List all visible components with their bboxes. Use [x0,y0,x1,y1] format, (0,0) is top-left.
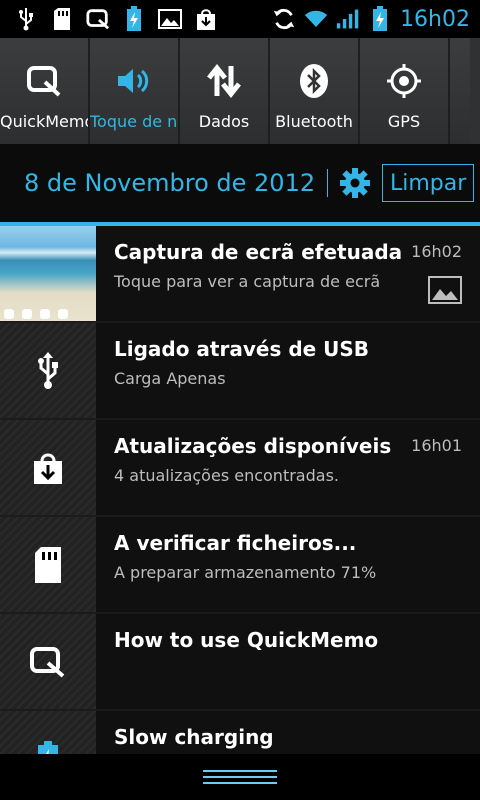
volume-icon [116,56,152,106]
sd-card-icon [50,7,74,31]
usb-icon [14,7,38,31]
notification-title: Slow charging [114,725,274,749]
quickmemo-icon [26,56,62,106]
battery-charging-icon [0,711,96,754]
notification-time: 16h02 [411,242,462,261]
quick-setting-data[interactable]: Dados [180,38,270,144]
notification-subtitle: Carga Apenas [114,369,226,388]
quickmemo-icon [86,7,110,31]
quick-setting-label: QuickMemo [0,112,88,131]
quick-setting-label: Toque de notificação [90,112,178,131]
notification-usb[interactable]: Ligado através de USB Carga Apenas [0,323,480,420]
notification-time: 16h01 [411,436,462,455]
panel-footer [0,754,480,800]
notification-list: Captura de ecrã efetuada Toque para ver … [0,226,480,754]
quickmemo-icon [0,614,96,709]
notification-subtitle: A preparar armazenamento 71% [114,563,377,582]
sync-icon [272,7,296,31]
notification-title: A verificar ficheiros... [114,531,357,555]
download-icon [0,420,96,515]
notification-title: Captura de ecrã efetuada [114,240,403,264]
quick-setting-overflow[interactable] [450,38,470,144]
notification-checking-files[interactable]: A verificar ficheiros... A preparar arma… [0,517,480,614]
divider [327,169,329,197]
gps-icon [386,56,422,106]
status-time: 16h02 [400,6,470,32]
signal-icon [336,7,360,31]
gear-icon[interactable] [340,168,371,198]
quick-setting-label: Bluetooth [275,112,353,131]
notification-title: Atualizações disponíveis [114,434,392,458]
notification-header: 8 de Novembro de 2012 Limpar [0,144,480,222]
quick-setting-gps[interactable]: GPS [360,38,450,144]
notification-updates[interactable]: Atualizações disponíveis 4 atualizações … [0,420,480,517]
drag-handle-icon[interactable] [203,770,277,784]
notification-title: How to use QuickMemo [114,628,379,652]
quick-setting-label: Dados [198,112,250,131]
quick-setting-notification-sound[interactable]: Toque de notificação [90,38,180,144]
status-bar: 16h02 [0,0,480,38]
notification-title: Ligado através de USB [114,337,370,361]
image-icon [428,276,462,304]
quick-setting-quickmemo[interactable]: QuickMemo [0,38,90,144]
date-label: 8 de Novembro de 2012 [24,169,316,197]
quick-settings-bar: QuickMemo Toque de notificação Dados Blu… [0,38,480,144]
screenshot-thumbnail [0,226,96,321]
battery-charging-icon [122,6,146,31]
image-icon [158,7,182,31]
notification-slow-charging[interactable]: Slow charging [0,711,480,754]
quick-setting-label: GPS [387,112,421,131]
quick-setting-bluetooth[interactable]: Bluetooth [270,38,360,144]
notification-quickmemo[interactable]: How to use QuickMemo [0,614,480,711]
clear-button[interactable]: Limpar [382,164,475,202]
bluetooth-icon [297,56,331,106]
notification-subtitle: Toque para ver a captura de ecrã [114,272,381,291]
battery-icon [368,6,392,31]
notification-screenshot[interactable]: Captura de ecrã efetuada Toque para ver … [0,226,480,323]
sd-card-icon [0,517,96,612]
wifi-icon [304,7,328,31]
notification-subtitle: 4 atualizações encontradas. [114,466,339,485]
data-arrows-icon [206,56,242,106]
usb-icon [0,323,96,418]
download-icon [194,7,218,31]
